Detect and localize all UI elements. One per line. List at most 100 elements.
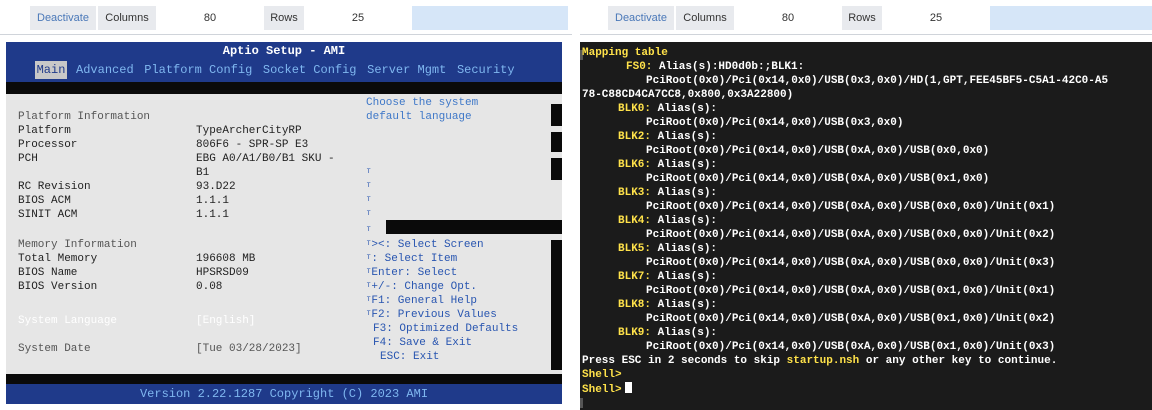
shell-line: BLK4: Alias(s): [618,215,718,227]
setting-label: System Date [18,343,91,355]
key-hint: ᵀ+/-: Change Opt. [366,281,478,293]
help-marker: ᵀ [366,182,372,192]
toolbar-spacer [990,6,1152,30]
columns-input[interactable]: 80 [736,6,840,30]
key-hint: F4: Save & Exit [373,337,473,349]
sinit-acm-row: SINIT ACM 1.1.1 [18,208,358,222]
field-value: TypeArcherCityRP [196,125,302,137]
processor-row: Processor 806F6 - SPR-SP E3 [18,138,358,152]
shell-line: BLK2: Alias(s): [618,131,718,143]
shell-line: PciRoot(0x0)/Pci(0x14,0x0)/USB(0xA,0x0)/… [646,313,1056,325]
field-value: EBG A0/A1/B0/B1 SKU - [196,153,335,165]
field-value: HPSRSD09 [196,267,249,279]
shell-line: PciRoot(0x0)/Pci(0x14,0x0)/USB(0xA,0x0)/… [646,229,1056,241]
columns-label: Columns [676,6,734,30]
render-artifact [551,240,562,370]
key-hint: ᵀF2: Previous Values [366,309,497,321]
bios-tab-socket-config[interactable]: Socket Config [261,61,359,79]
system-date-row[interactable]: System Date [Tue 03/28/2023] [18,342,358,356]
field-label: PCH [18,153,38,165]
system-language-row[interactable]: System Language [English] [18,314,358,328]
shell-line: BLK5: Alias(s): [618,243,718,255]
bios-header: Aptio Setup - AMI Main Advanced Platform… [6,42,562,82]
shell-line: FS0: Alias(s):HD0d0b:;BLK1: [626,61,805,73]
text-cursor [624,382,632,393]
bios-separator-bottom [6,374,562,384]
deactivate-button[interactable]: Deactivate [608,6,674,30]
bios-version-row: BIOS Version 0.08 [18,280,358,294]
shell-line: BLK0: Alias(s): [618,103,718,115]
key-hint: F3: Optimized Defaults [373,323,519,335]
field-label: BIOS ACM [18,195,71,207]
pch-row-cont: B1 [18,166,358,180]
deactivate-button[interactable]: Deactivate [30,6,96,30]
bios-tab-platform-config[interactable]: Platform Config [142,61,254,79]
help-marker: ᵀ [366,196,372,206]
shell-line: BLK6: Alias(s): [618,159,718,171]
shell-line: PciRoot(0x0)/Pci(0x14,0x0)/USB(0xA,0x0)/… [646,145,990,157]
uefi-shell-terminal[interactable]: Mapping table FS0: Alias(s):HD0d0b:;BLK1… [580,42,1152,410]
section-heading: Platform Information [18,111,151,123]
field-value: 93.D22 [196,181,236,193]
pch-row: PCH EBG A0/A1/B0/B1 SKU - [18,152,358,166]
field-label: BIOS Name [18,267,78,279]
shell-line: PciRoot(0x0)/Pci(0x14,0x0)/USB(0xA,0x0)/… [646,285,1056,297]
render-artifact [551,132,562,152]
rows-input[interactable]: 25 [884,6,988,30]
shell-line: PciRoot(0x0)/Pci(0x14,0x0)/USB(0xA,0x0)/… [646,341,1056,353]
key-hint: ᵀ: Select Item [366,253,458,265]
bios-separator-top [6,82,562,94]
shell-line: BLK7: Alias(s): [618,271,718,283]
bios-tab-security[interactable]: Security [455,61,517,79]
bios-title: Aptio Setup - AMI [222,44,346,58]
shell-line: 78-C88CD4CA7CC8,0x800,0x3A22800) [582,89,794,101]
shell-line: Press ESC in 2 seconds to skip startup.n… [582,355,1058,367]
right-console-toolbar: Deactivate Columns 80 Rows 25 [580,0,1152,35]
bios-tab-advanced[interactable]: Advanced [74,61,136,79]
total-memory-row: Total Memory 196608 MB [18,252,358,266]
platform-row: Platform TypeArcherCityRP [18,124,358,138]
shell-prompt-active[interactable]: Shell> [582,382,632,396]
field-label: Processor [18,139,78,151]
shell-line: PciRoot(0x0)/Pci(0x14,0x0)/USB(0x3,0x0) [646,117,904,129]
setting-label: System Language [18,315,118,327]
render-artifact [551,104,562,126]
system-date-value[interactable]: [Tue 03/28/2023] [196,342,302,356]
field-label: SINIT ACM [18,209,78,221]
key-hint: ESC: Exit [380,351,440,363]
bios-tab-server-mgmt[interactable]: Server Mgmt [365,61,448,79]
render-artifact [386,220,562,234]
uefi-shell-panel: Deactivate Columns 80 Rows 25 Mapping ta… [580,0,1152,410]
bios-tab-main[interactable]: Main [34,61,68,79]
memory-info-heading-row: Memory Information [18,238,358,252]
rows-label: Rows [264,6,304,30]
columns-label: Columns [98,6,156,30]
field-value: 1.1.1 [196,195,230,207]
field-label: Platform [18,125,71,137]
key-hint: ᵀ><: Select Screen [366,239,484,251]
section-heading: Memory Information [18,239,137,251]
help-marker: ᵀ [366,226,372,236]
toolbar-spacer [412,6,568,30]
rows-label: Rows [842,6,882,30]
system-language-value[interactable]: [English] [196,314,255,328]
help-marker: ᵀ [366,210,372,220]
shell-line: PciRoot(0x0)/Pci(0x14,0x0)/USB(0xA,0x0)/… [646,173,990,185]
render-artifact [551,158,562,180]
columns-input[interactable]: 80 [158,6,262,30]
bios-acm-row: BIOS ACM 1.1.1 [18,194,358,208]
shell-prompt: Shell> [582,369,622,381]
bios-setup-screen[interactable]: Aptio Setup - AMI Main Advanced Platform… [6,42,562,404]
help-marker: ᵀ [366,168,372,178]
rows-input[interactable]: 25 [306,6,410,30]
field-value: 0.08 [196,281,223,293]
bios-menu-bar: Main Advanced Platform Config Socket Con… [6,61,562,79]
platform-info-heading-row: Platform Information [18,110,358,124]
shell-line: BLK3: Alias(s): [618,187,718,199]
help-text: Choose the system [366,97,479,109]
bios-name-row: BIOS Name HPSRSD09 [18,266,358,280]
field-label: BIOS Version [18,281,98,293]
field-value: 1.1.1 [196,209,230,221]
field-value: 196608 MB [196,253,256,265]
shell-line: BLK9: Alias(s): [618,327,718,339]
